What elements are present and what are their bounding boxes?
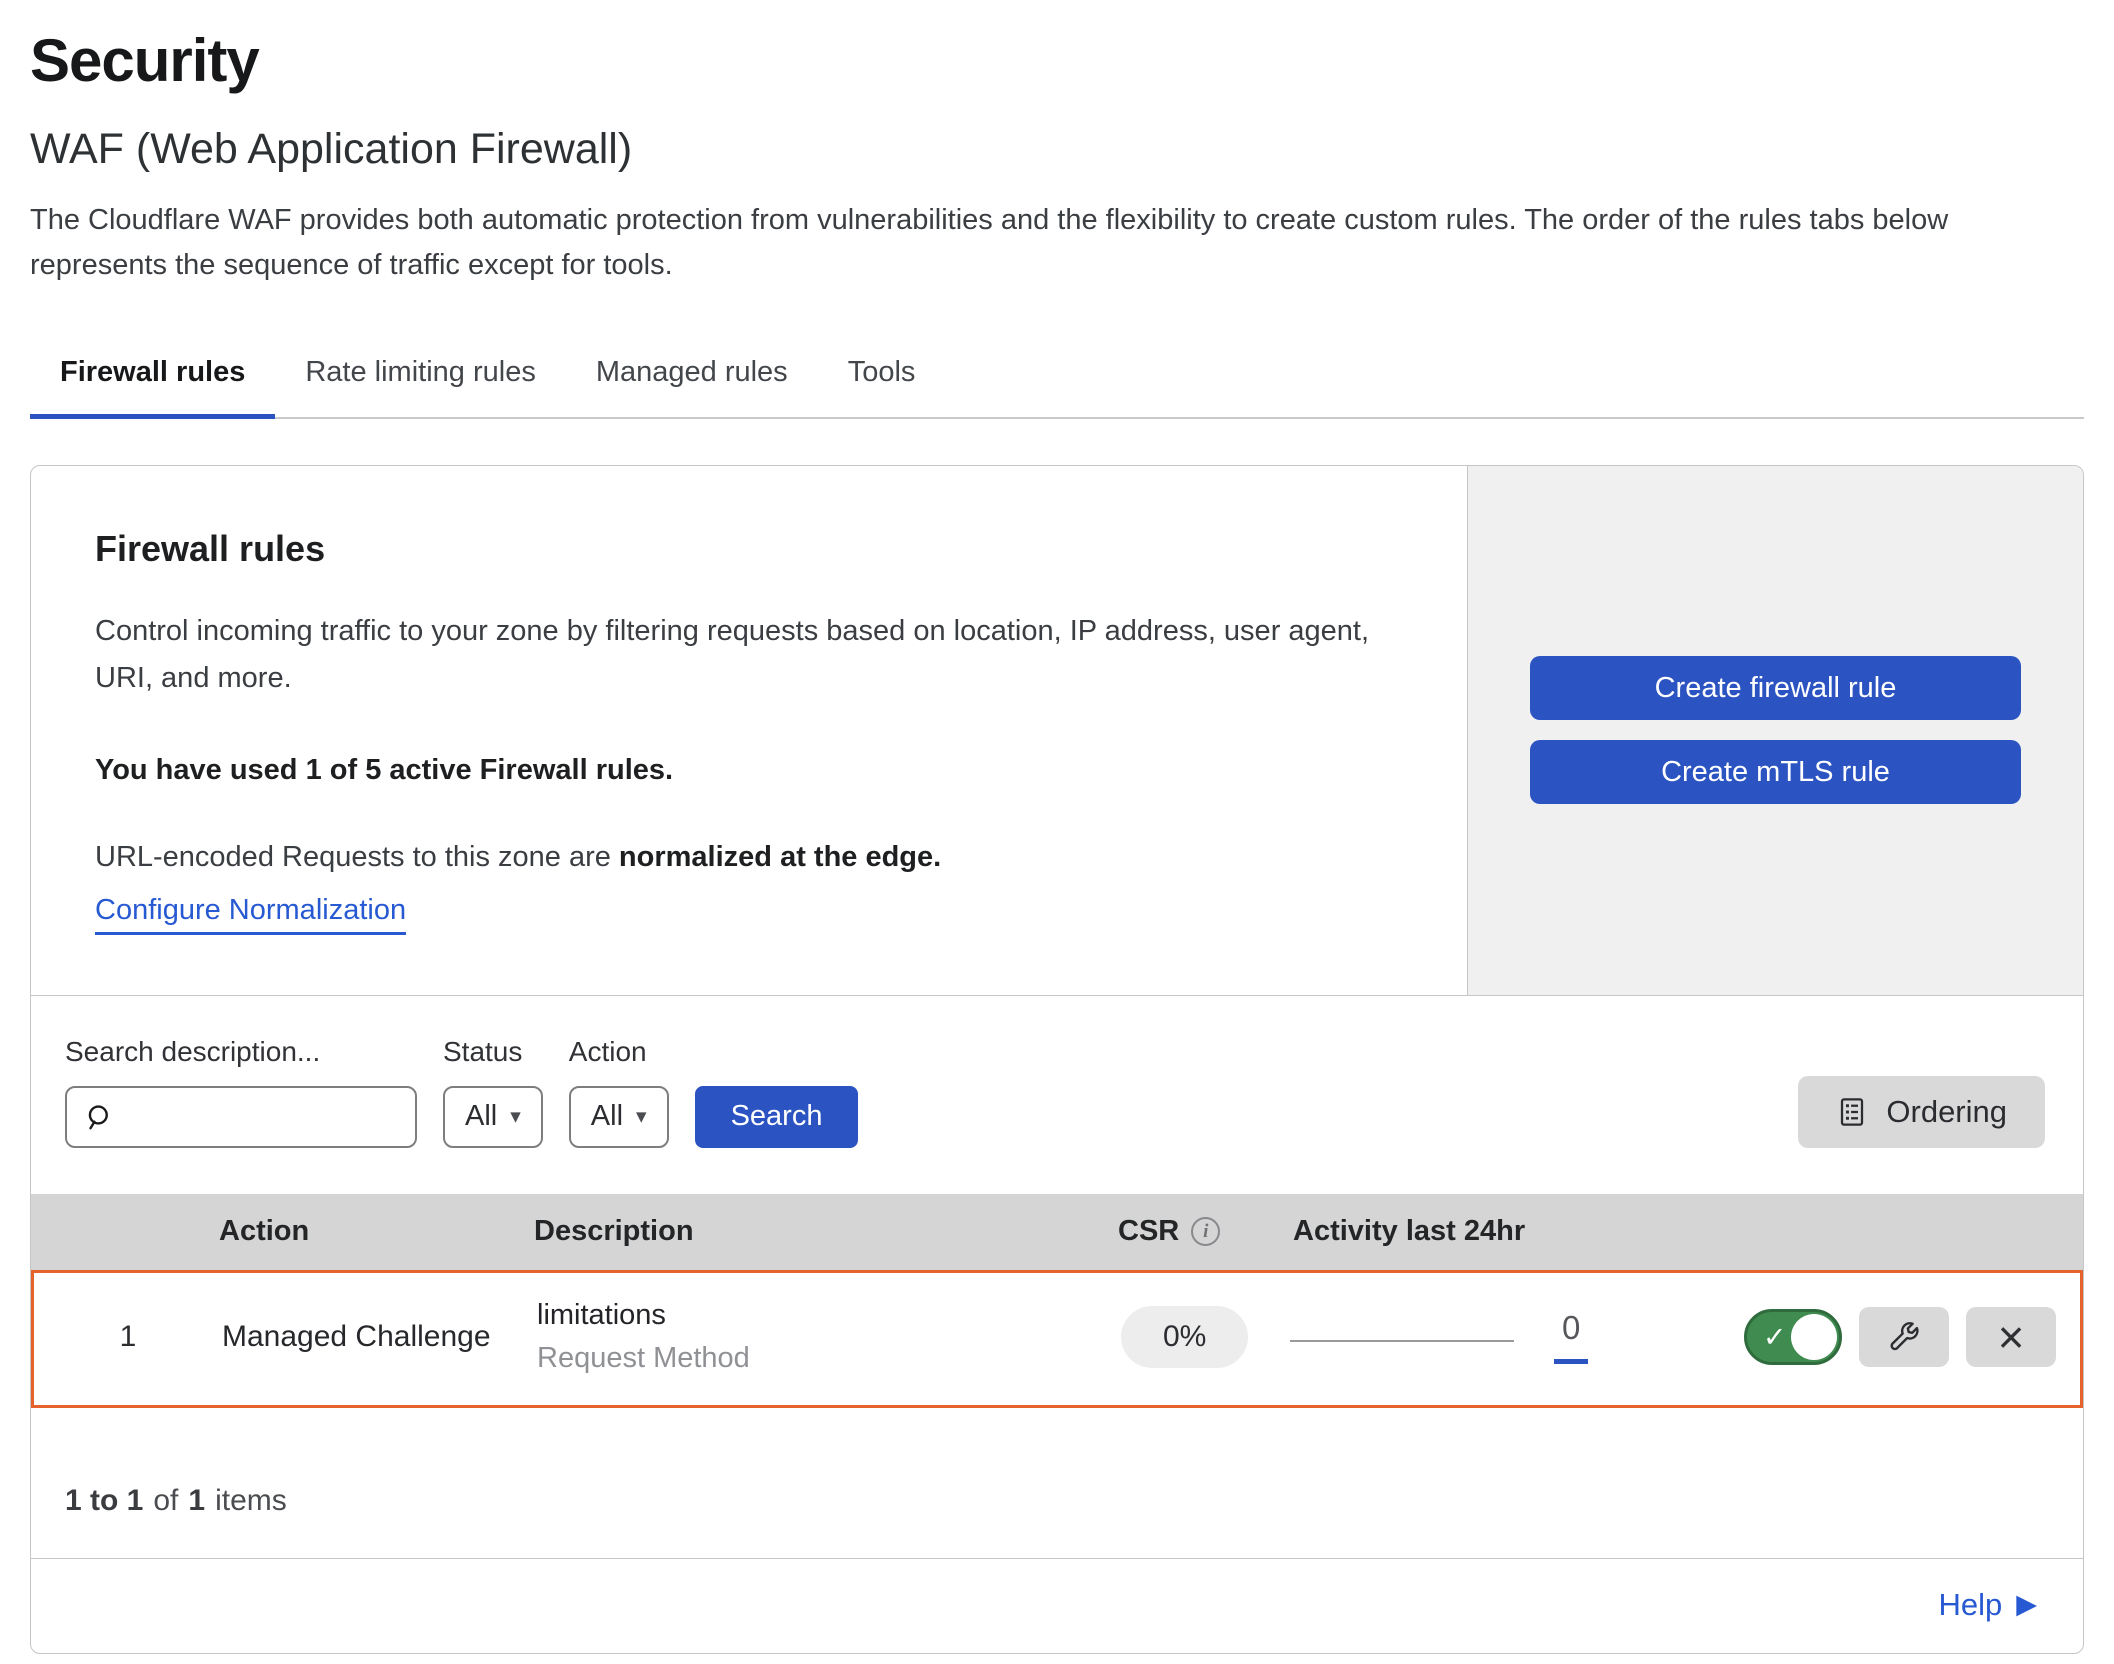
arrow-right-icon: ▶: [2016, 1591, 2037, 1618]
search-button[interactable]: Search: [695, 1086, 859, 1148]
summary-total: 1: [188, 1484, 205, 1518]
rule-description: limitations: [537, 1299, 1115, 1332]
activity-count-link[interactable]: 0: [1554, 1309, 1588, 1364]
check-icon: ✓: [1763, 1320, 1786, 1353]
rule-enabled-toggle[interactable]: ✓: [1744, 1309, 1842, 1365]
action-select[interactable]: All ▾: [569, 1086, 669, 1148]
column-header-csr: CSR i: [1118, 1215, 1293, 1248]
tab-tools[interactable]: Tools: [818, 340, 946, 417]
action-filter-label: Action: [569, 1036, 669, 1068]
tab-firewall-rules[interactable]: Firewall rules: [30, 340, 275, 417]
column-header-description: Description: [534, 1215, 1118, 1248]
ordering-button-label: Ordering: [1886, 1094, 2007, 1130]
status-select-value: All: [465, 1100, 497, 1133]
chevron-down-icon: ▾: [636, 1106, 647, 1127]
page-title: Security: [30, 26, 2084, 95]
rule-description-cell: limitations Request Method: [537, 1299, 1115, 1375]
tab-rate-limiting-rules[interactable]: Rate limiting rules: [275, 340, 565, 417]
rule-csr-cell: 0%: [1115, 1306, 1290, 1368]
rule-priority: 1: [120, 1320, 137, 1354]
firewall-rules-overview: Firewall rules Control incoming traffic …: [31, 466, 2083, 996]
table-header: Action Description CSR i Activity last 2…: [31, 1194, 2083, 1270]
create-mtls-rule-button[interactable]: Create mTLS rule: [1530, 740, 2021, 804]
filter-toolbar: Search description... Status All ▾: [31, 996, 2083, 1194]
rules-tab-bar: Firewall rules Rate limiting rules Manag…: [30, 340, 2084, 419]
summary-range: 1 to 1: [65, 1484, 143, 1518]
card-footer: Help ▶: [31, 1559, 2083, 1653]
table-row[interactable]: 1 Managed Challenge limitations Request …: [31, 1270, 2083, 1408]
status-filter-group: Status All ▾: [443, 1036, 543, 1148]
overview-description: Control incoming traffic to your zone by…: [95, 608, 1375, 702]
close-icon: ×: [1998, 1314, 2025, 1360]
status-select[interactable]: All ▾: [443, 1086, 543, 1148]
edit-rule-button[interactable]: [1859, 1307, 1949, 1367]
info-icon[interactable]: i: [1191, 1217, 1220, 1246]
csr-header-label: CSR: [1118, 1215, 1179, 1248]
activity-sparkline: [1290, 1340, 1514, 1342]
search-description-group: Search description...: [65, 1036, 417, 1148]
overview-heading: Firewall rules: [95, 528, 1397, 570]
overview-text-column: Firewall rules Control incoming traffic …: [31, 466, 1467, 995]
page-subtitle: WAF (Web Application Firewall): [30, 125, 2084, 174]
action-filter-group: Action All ▾: [569, 1036, 669, 1148]
rule-action: Managed Challenge: [222, 1320, 537, 1354]
table-summary: 1 to 1 of 1 items: [31, 1408, 2083, 1559]
firewall-rules-card: Firewall rules Control incoming traffic …: [30, 465, 2084, 1654]
overview-actions-panel: Create firewall rule Create mTLS rule: [1467, 466, 2083, 995]
help-link-label: Help: [1938, 1587, 2002, 1623]
create-firewall-rule-button[interactable]: Create firewall rule: [1530, 656, 2021, 720]
rule-controls: ✓ ×: [1650, 1307, 2080, 1367]
normalization-bold: normalized at the edge.: [619, 841, 941, 873]
search-description-label: Search description...: [65, 1036, 417, 1068]
summary-of: of: [153, 1484, 178, 1518]
wrench-icon: [1886, 1319, 1922, 1355]
column-header-activity: Activity last 24hr: [1293, 1215, 1653, 1248]
configure-normalization-link[interactable]: Configure Normalization: [95, 894, 406, 935]
help-link[interactable]: Help ▶: [1938, 1587, 2037, 1623]
csr-badge: 0%: [1121, 1306, 1248, 1368]
delete-rule-button[interactable]: ×: [1966, 1307, 2056, 1367]
summary-items: items: [215, 1484, 287, 1518]
tab-managed-rules[interactable]: Managed rules: [566, 340, 818, 417]
page-description: The Cloudflare WAF provides both automat…: [30, 198, 2080, 288]
normalization-text: URL-encoded Requests to this zone are: [95, 841, 619, 873]
normalization-note: URL-encoded Requests to this zone are no…: [95, 841, 1397, 874]
action-select-value: All: [591, 1100, 623, 1133]
rule-activity-cell: 0: [1290, 1309, 1650, 1364]
search-icon: [83, 1101, 115, 1133]
usage-summary: You have used 1 of 5 active Firewall rul…: [95, 754, 1397, 787]
column-header-action: Action: [219, 1215, 534, 1248]
ordering-button[interactable]: Ordering: [1798, 1076, 2045, 1148]
search-description-input[interactable]: [65, 1086, 417, 1148]
list-icon: [1836, 1096, 1868, 1128]
chevron-down-icon: ▾: [510, 1106, 521, 1127]
toggle-knob: [1791, 1314, 1837, 1360]
security-waf-page: Security WAF (Web Application Firewall) …: [0, 26, 2114, 1654]
status-filter-label: Status: [443, 1036, 543, 1068]
rule-expression: Request Method: [537, 1342, 1115, 1375]
